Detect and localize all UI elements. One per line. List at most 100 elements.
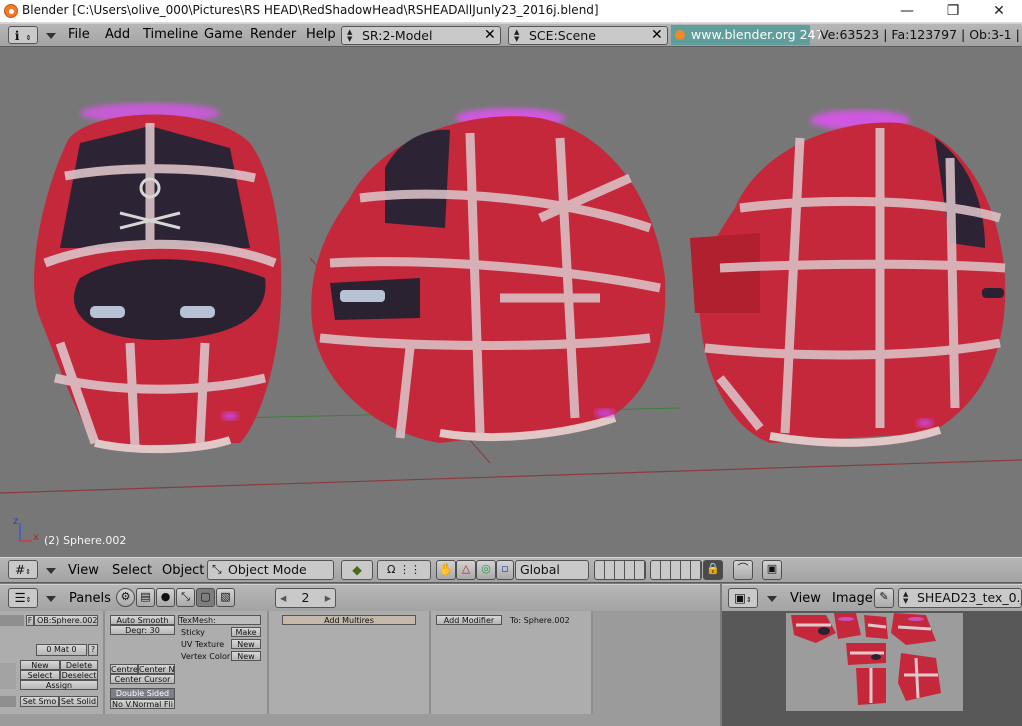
- mesh-panel: Auto Smooth Degr: 30 Centre Center Ne Ce…: [105, 611, 269, 714]
- cube-shading-icon[interactable]: ◆: [341, 560, 373, 580]
- editing-context-icon[interactable]: ▢: [196, 588, 215, 607]
- scene-selector[interactable]: SCE:Scene: [508, 26, 668, 45]
- uv-texture-label: UV Texture: [181, 640, 225, 649]
- menu-file[interactable]: File: [68, 27, 90, 42]
- delete-scene-icon[interactable]: ✕: [651, 27, 663, 43]
- panels-label[interactable]: Panels: [69, 591, 111, 606]
- view3d-header: #⇕ View Select Object Object Mode ⤡ ◆ Ω …: [0, 557, 1022, 583]
- snap-icon[interactable]: ⌒: [733, 560, 753, 580]
- texmesh-field[interactable]: TexMesh:: [178, 615, 261, 625]
- uv-texture-new-button[interactable]: New: [231, 639, 261, 649]
- orientation-selector[interactable]: Global: [515, 560, 589, 580]
- set-smooth-button[interactable]: Set Smo: [20, 696, 59, 707]
- website-text[interactable]: www.blender.org 247: [691, 27, 823, 42]
- image-updown-icon[interactable]: ▲ ▼: [903, 591, 908, 605]
- info-icon[interactable]: i ⇕: [8, 26, 38, 44]
- layer-buttons-1[interactable]: [594, 560, 646, 580]
- pivot-snap-icon[interactable]: Ω ⋮⋮: [377, 560, 431, 580]
- uv-texture-preview: [786, 613, 963, 711]
- maximize-button[interactable]: ❐: [930, 0, 976, 22]
- image-editor-icon[interactable]: ▣⇕: [728, 588, 758, 608]
- new-material-button[interactable]: New: [20, 660, 60, 670]
- view3d-collapse-icon[interactable]: [46, 568, 56, 574]
- material-help-button[interactable]: ?: [88, 644, 98, 656]
- scene-updown-icon[interactable]: ▲ ▼: [514, 29, 519, 43]
- render-icon[interactable]: ▣: [762, 560, 782, 580]
- window-titlebar: Blender [C:\Users\olive_000\Pictures\RS …: [0, 0, 1022, 23]
- buttons-window-icon[interactable]: ☰⇕: [8, 588, 38, 608]
- scene-name[interactable]: SCE:Scene: [529, 28, 596, 43]
- menu-game[interactable]: Game: [204, 27, 243, 42]
- hand-icon[interactable]: ✋: [436, 560, 456, 580]
- material-index-field[interactable]: 0 Mat 0: [36, 644, 87, 656]
- vertex-color-new-button[interactable]: New: [231, 651, 261, 661]
- degree-field[interactable]: Degr: 30: [110, 625, 175, 635]
- menu-render[interactable]: Render: [250, 27, 296, 42]
- sticky-make-button[interactable]: Make: [231, 627, 261, 637]
- lock-icon[interactable]: 🔒: [703, 560, 723, 580]
- minimize-button[interactable]: —: [884, 0, 930, 22]
- buttons-collapse-icon[interactable]: [46, 596, 56, 602]
- shading-context-icon[interactable]: ●: [156, 588, 175, 607]
- mode-selector[interactable]: Object Mode: [207, 560, 334, 580]
- sticky-label: Sticky: [181, 628, 205, 637]
- frame-field[interactable]: ◂ 2 ▸: [275, 588, 336, 608]
- script-context-icon[interactable]: ▤: [136, 588, 155, 607]
- grid-icon[interactable]: #⇕: [8, 560, 38, 579]
- screen-updown-icon[interactable]: ▲ ▼: [347, 29, 352, 43]
- deselect-material-button[interactable]: Deselect: [60, 670, 98, 680]
- pin-icon[interactable]: ✎: [874, 588, 894, 608]
- frame-value[interactable]: 2: [302, 590, 310, 605]
- image-selector[interactable]: SHEAD23_tex_0.jp: [898, 588, 1022, 608]
- orientation-value[interactable]: Global: [520, 562, 560, 577]
- close-window-button[interactable]: ✕: [976, 0, 1022, 22]
- add-modifier-button[interactable]: Add Modifier: [436, 615, 502, 625]
- menu-timeline[interactable]: Timeline: [143, 27, 198, 42]
- select-material-button[interactable]: Select: [20, 670, 60, 680]
- head-front-mesh: [34, 103, 282, 454]
- centre-button[interactable]: Centre: [110, 664, 138, 674]
- layer-buttons-2[interactable]: [650, 560, 702, 580]
- image-collapse-icon[interactable]: [767, 596, 777, 602]
- image-menu-image[interactable]: Image: [832, 591, 873, 606]
- menu-collapse-icon[interactable]: [46, 33, 56, 39]
- x-axis-line: [0, 459, 1022, 494]
- menu-help[interactable]: Help: [306, 27, 336, 42]
- scale-icon[interactable]: ▫: [496, 560, 514, 580]
- rotate-icon[interactable]: ◎: [476, 560, 496, 580]
- object-context-icon[interactable]: ⤡: [176, 588, 195, 607]
- delete-screen-icon[interactable]: ✕: [484, 27, 496, 43]
- website-link[interactable]: www.blender.org 247: [671, 25, 823, 45]
- menu-object[interactable]: Object: [162, 563, 204, 578]
- object-name-field[interactable]: OB:Sphere.002: [34, 615, 98, 626]
- menu-view[interactable]: View: [68, 563, 99, 578]
- delete-material-button[interactable]: Delete: [60, 660, 98, 670]
- screen-name[interactable]: SR:2-Model: [362, 28, 432, 43]
- menu-add[interactable]: Add: [105, 27, 130, 42]
- menu-select[interactable]: Select: [112, 563, 152, 578]
- texture-islands: [786, 613, 963, 711]
- screen-selector[interactable]: SR:2-Model: [341, 26, 501, 45]
- assign-material-button[interactable]: Assign: [20, 680, 98, 690]
- buttons-window: F OB:Sphere.002 0 Mat 0 ? New Delete Sel…: [0, 611, 720, 726]
- image-editor[interactable]: [722, 611, 1022, 726]
- logic-context-icon[interactable]: ⚙: [116, 588, 135, 607]
- centre-new-button[interactable]: Center Ne: [138, 664, 175, 674]
- centre-cursor-button[interactable]: Center Cursor: [110, 674, 175, 684]
- double-sided-toggle[interactable]: Double Sided: [110, 688, 175, 699]
- image-menu-view[interactable]: View: [790, 591, 821, 606]
- add-multires-button[interactable]: Add Multires: [282, 615, 416, 625]
- no-v-normal-flip-toggle[interactable]: No V.Normal Fli: [110, 699, 175, 709]
- set-solid-button[interactable]: Set Solid: [59, 696, 98, 707]
- 3d-viewport[interactable]: z x (2) Sphere.002: [0, 48, 1022, 556]
- fake-user-button[interactable]: F: [26, 615, 34, 626]
- vertex-color-label: Vertex Color: [181, 652, 231, 661]
- info-header: i ⇕ File Add Timeline Game Render Help SR…: [0, 23, 1022, 47]
- auto-smooth-toggle[interactable]: Auto Smooth: [110, 615, 175, 625]
- mode-value[interactable]: Object Mode: [228, 562, 307, 577]
- translate-icon[interactable]: △: [456, 560, 476, 580]
- scene-stats: Ve:63523 | Fa:123797 | Ob:3-1 | La: [820, 27, 1022, 42]
- image-name[interactable]: SHEAD23_tex_0.jp: [917, 590, 1021, 605]
- scene-context-icon[interactable]: ▧: [216, 588, 235, 607]
- smooth-strip: [0, 696, 16, 707]
